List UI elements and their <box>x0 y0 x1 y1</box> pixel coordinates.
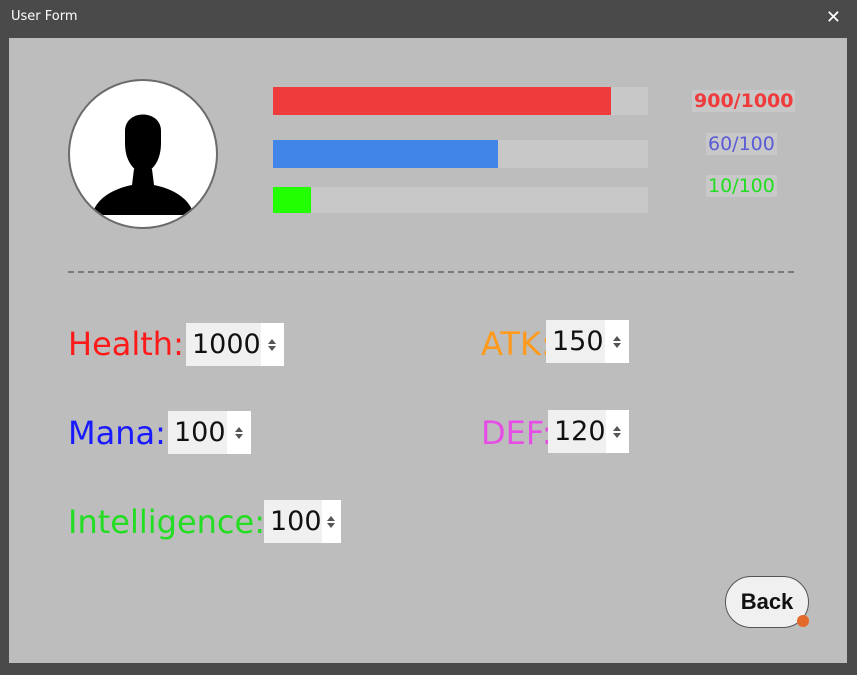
atk-value[interactable]: 150 <box>546 326 605 357</box>
mana-bar <box>273 140 648 168</box>
health-bar-fill <box>273 87 611 115</box>
divider <box>68 271 794 273</box>
intelligence-stepper[interactable]: 100 <box>264 500 341 543</box>
intelligence-bar <box>273 187 648 213</box>
health-value[interactable]: 1000 <box>186 329 261 360</box>
intelligence-bar-label: 10/100 <box>706 175 777 197</box>
intelligence-bar-fill <box>273 187 311 213</box>
atk-label: ATK: <box>481 325 552 363</box>
health-bar <box>273 87 648 115</box>
title-bar[interactable]: User Form ✕ <box>0 0 857 37</box>
health-label: Health: <box>68 325 184 363</box>
spin-arrows-icon[interactable] <box>227 411 251 454</box>
avatar <box>68 79 218 229</box>
mana-bar-label: 60/100 <box>706 133 777 155</box>
form-client-area: 900/1000 60/100 10/100 Health: 1000 Mana… <box>9 38 847 663</box>
health-stepper[interactable]: 1000 <box>186 323 284 366</box>
mana-stepper[interactable]: 100 <box>168 411 251 454</box>
user-silhouette-icon <box>92 114 194 215</box>
spin-arrows-icon[interactable] <box>605 410 629 453</box>
spin-arrows-icon[interactable] <box>260 323 284 366</box>
close-icon[interactable]: ✕ <box>826 8 841 28</box>
spin-arrows-icon[interactable] <box>321 500 341 543</box>
intelligence-value[interactable]: 100 <box>264 506 322 537</box>
def-value[interactable]: 120 <box>548 416 606 447</box>
def-stepper[interactable]: 120 <box>548 410 629 453</box>
spin-arrows-icon[interactable] <box>605 320 629 363</box>
window-title: User Form <box>11 9 78 24</box>
mana-value[interactable]: 100 <box>168 417 227 448</box>
def-label: DEF: <box>481 414 553 452</box>
health-bar-label: 900/1000 <box>692 90 796 112</box>
atk-stepper[interactable]: 150 <box>546 320 629 363</box>
mana-bar-fill <box>273 140 498 168</box>
user-form-window: User Form ✕ 900/1000 60/100 10/100 Healt… <box>0 0 857 675</box>
mana-label: Mana: <box>68 414 166 452</box>
intelligence-label: Intelligence: <box>68 503 265 541</box>
resize-grip-icon[interactable] <box>797 615 809 627</box>
